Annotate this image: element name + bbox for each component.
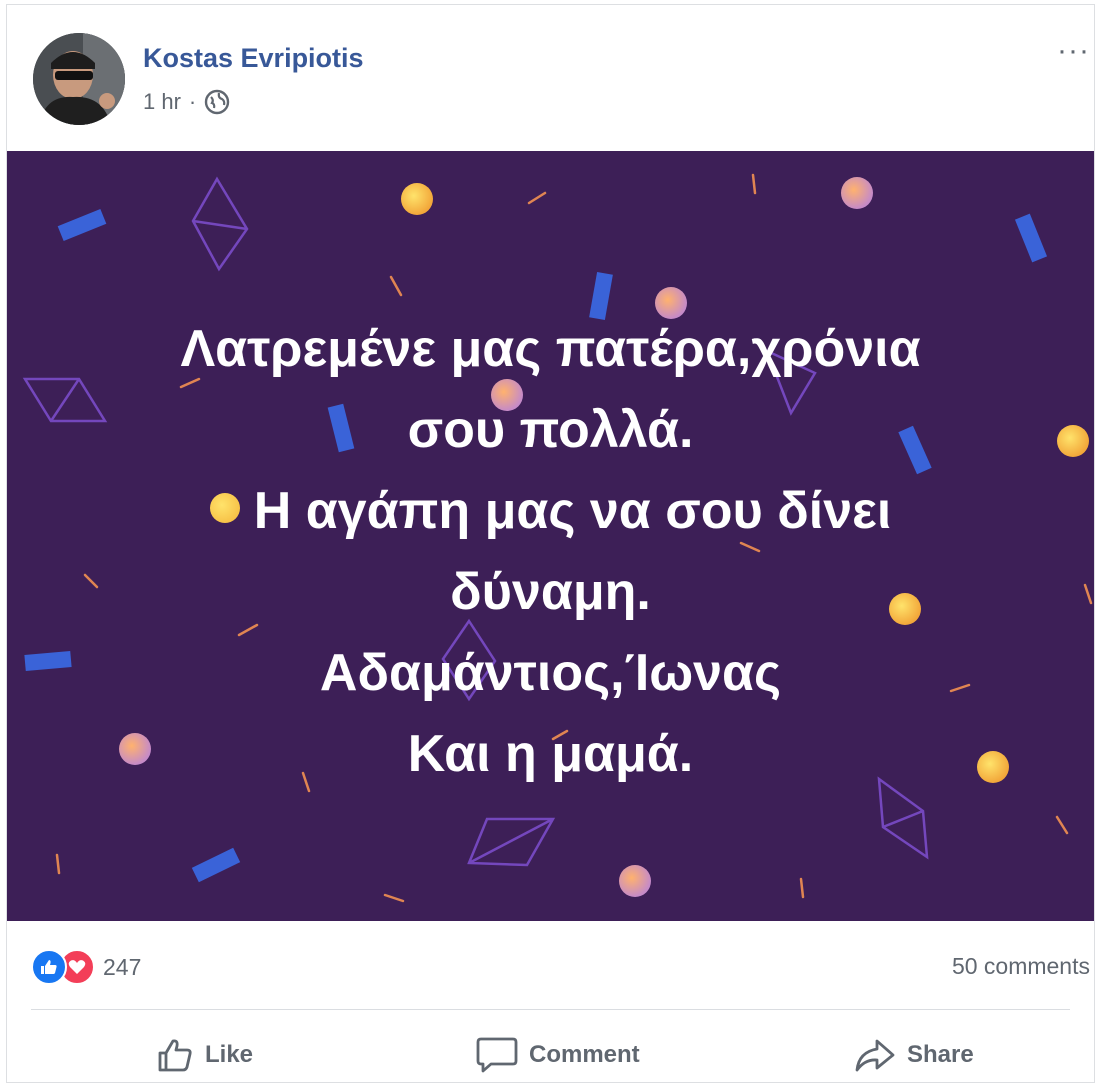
divider	[31, 1009, 1070, 1010]
like-label: Like	[205, 1041, 254, 1068]
action-bar: Like Comment Share	[7, 1025, 1094, 1085]
image-text-line-with-bullet: Η αγάπη μας να σου δίνει	[7, 471, 1094, 552]
post-timestamp[interactable]: 1 hr	[143, 89, 181, 115]
image-text-line: Η αγάπη μας να σου δίνει	[253, 482, 892, 540]
image-text-line: Και η μαμά.	[407, 725, 694, 783]
thumbs-up-icon	[155, 1035, 195, 1075]
meta-separator: ·	[188, 89, 197, 114]
like-reaction-icon	[31, 949, 67, 985]
comment-label: Comment	[529, 1041, 640, 1068]
reactions-summary[interactable]: 247	[31, 949, 141, 985]
like-button[interactable]: Like	[155, 1025, 253, 1085]
post-image-text: Λατρεμένε μας πατέρα,χρόνια σου πολλά. Η…	[7, 309, 1094, 795]
post-meta: 1 hr ·	[143, 89, 230, 115]
author-name[interactable]: Kostas Evripiotis	[143, 43, 364, 74]
share-label: Share	[907, 1041, 974, 1068]
reaction-count: 247	[103, 953, 142, 980]
comments-count-link[interactable]: 50 comments	[952, 953, 1090, 980]
share-arrow-icon	[853, 1035, 897, 1075]
image-text-line: δύναμη.	[450, 563, 651, 621]
post-card: Kostas Evripiotis 1 hr · ··· Λατρεμένε μ…	[6, 4, 1095, 1083]
more-options-button[interactable]: ···	[1057, 36, 1090, 66]
share-button[interactable]: Share	[853, 1025, 974, 1085]
dot-icon	[209, 493, 240, 524]
image-text-line: σου πολλά.	[407, 401, 694, 459]
image-text-line: Λατρεμένε μας πατέρα,χρόνια	[180, 320, 921, 378]
image-text-line: Αδαμάντιος,Ίωνας	[319, 644, 782, 702]
comment-button[interactable]: Comment	[475, 1025, 640, 1085]
avatar[interactable]	[33, 33, 125, 125]
comment-icon	[475, 1035, 519, 1075]
post-image[interactable]: Λατρεμένε μας πατέρα,χρόνια σου πολλά. Η…	[7, 151, 1094, 921]
globe-icon[interactable]	[204, 89, 230, 115]
